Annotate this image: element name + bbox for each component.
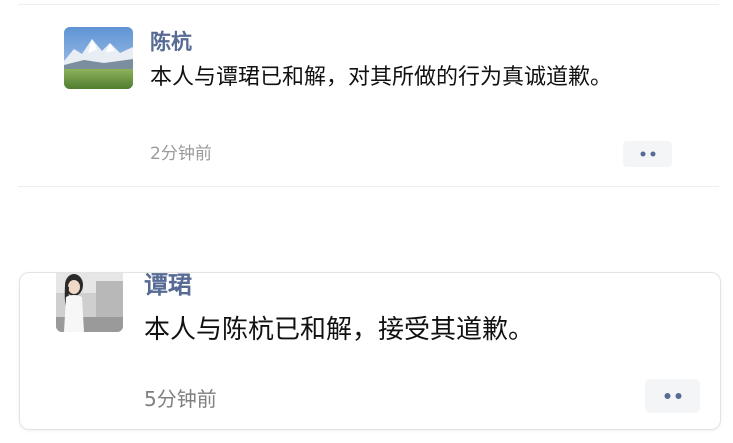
author-name[interactable]: 谭珺 xyxy=(144,273,192,299)
more-button[interactable] xyxy=(645,379,700,413)
author-name[interactable]: 陈杭 xyxy=(150,29,192,55)
moments-feed: 陈杭 本人与谭珺已和解，对其所做的行为真诚道歉。 2分钟前 谭珺 本人与陈杭已和… xyxy=(0,0,733,443)
moment-post-card: 谭珺 本人与陈杭已和解，接受其道歉。 5分钟前 xyxy=(19,272,721,430)
moment-post: 陈杭 本人与谭珺已和解，对其所做的行为真诚道歉。 2分钟前 xyxy=(0,0,733,186)
more-dots-icon xyxy=(664,393,681,399)
mountain-landscape-avatar[interactable] xyxy=(64,27,133,89)
divider xyxy=(18,186,719,187)
more-button[interactable] xyxy=(623,141,672,167)
person-photo-avatar[interactable] xyxy=(56,273,123,332)
post-text: 本人与谭珺已和解，对其所做的行为真诚道歉。 xyxy=(150,65,613,90)
more-dots-icon xyxy=(640,151,655,157)
post-text: 本人与陈杭已和解，接受其道歉。 xyxy=(144,315,535,345)
post-time: 5分钟前 xyxy=(144,387,217,411)
post-time: 2分钟前 xyxy=(150,144,212,164)
